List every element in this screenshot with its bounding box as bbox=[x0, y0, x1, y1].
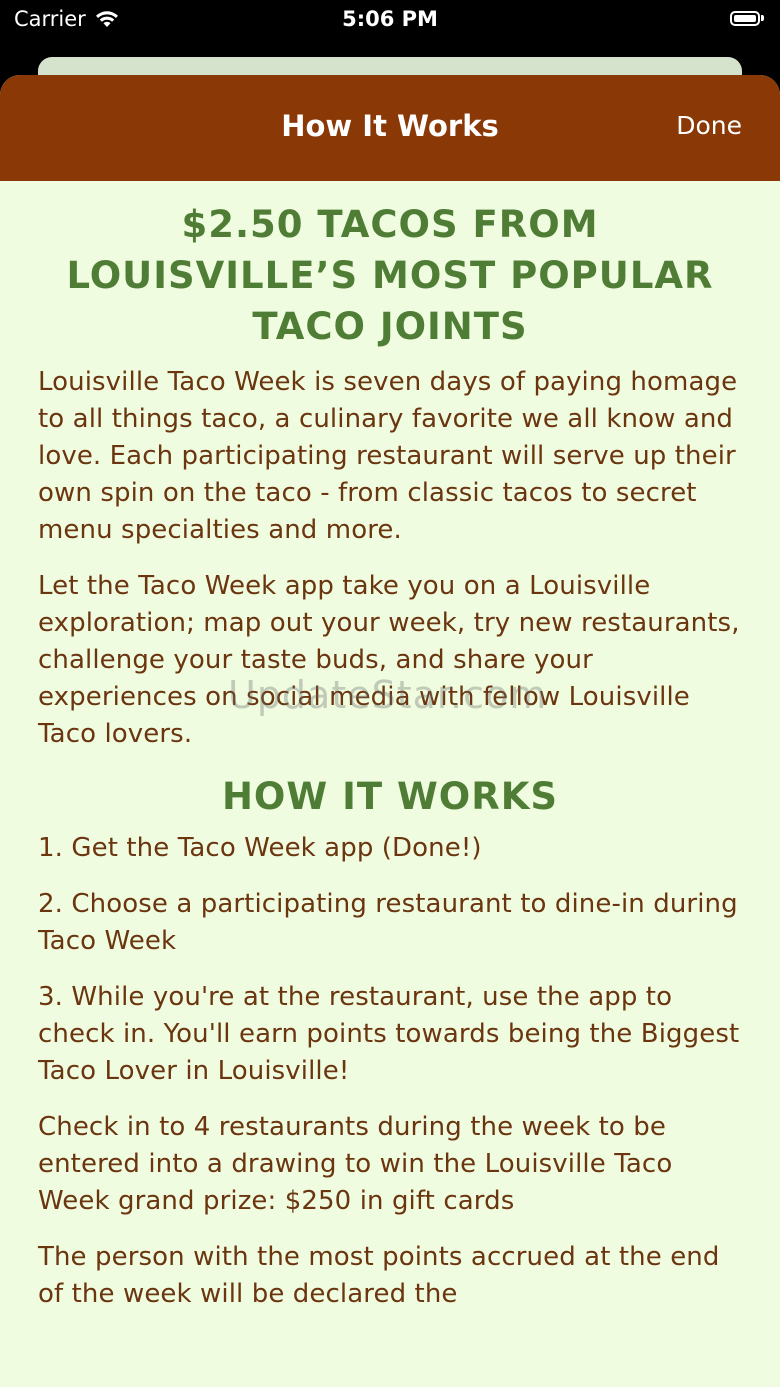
intro-paragraph: Louisville Taco Week is seven days of pa… bbox=[38, 367, 738, 545]
navigation-bar: How It Works Done bbox=[0, 75, 780, 181]
main-heading: $2.50 TACOS FROM LOUISVILLE’S MOST POPUL… bbox=[66, 203, 714, 348]
nav-title: How It Works bbox=[281, 109, 499, 143]
status-bar: Carrier 5:06 PM bbox=[0, 0, 780, 40]
step-item: The person with the most points accrued … bbox=[38, 1242, 720, 1309]
how-it-works-sheet: How It Works Done $2.50 TACOS FROM LOUIS… bbox=[0, 75, 780, 1387]
step-item: 2. Choose a participating restaurant to … bbox=[38, 889, 738, 956]
step-item: 1. Get the Taco Week app (Done!) bbox=[38, 833, 482, 863]
status-time: 5:06 PM bbox=[342, 7, 438, 31]
step-item: 3. While you're at the restaurant, use t… bbox=[38, 982, 740, 1086]
done-button[interactable]: Done bbox=[676, 111, 742, 140]
intro-paragraph: Let the Taco Week app take you on a Loui… bbox=[38, 571, 740, 749]
battery-icon bbox=[730, 9, 766, 27]
content-scroll[interactable]: $2.50 TACOS FROM LOUISVILLE’S MOST POPUL… bbox=[0, 181, 780, 1313]
screen: Carrier 5:06 PM How It Works Done $2.50 … bbox=[0, 0, 780, 1387]
step-item: Check in to 4 restaurants during the wee… bbox=[38, 1112, 673, 1216]
how-it-works-heading: HOW IT WORKS bbox=[221, 775, 559, 818]
